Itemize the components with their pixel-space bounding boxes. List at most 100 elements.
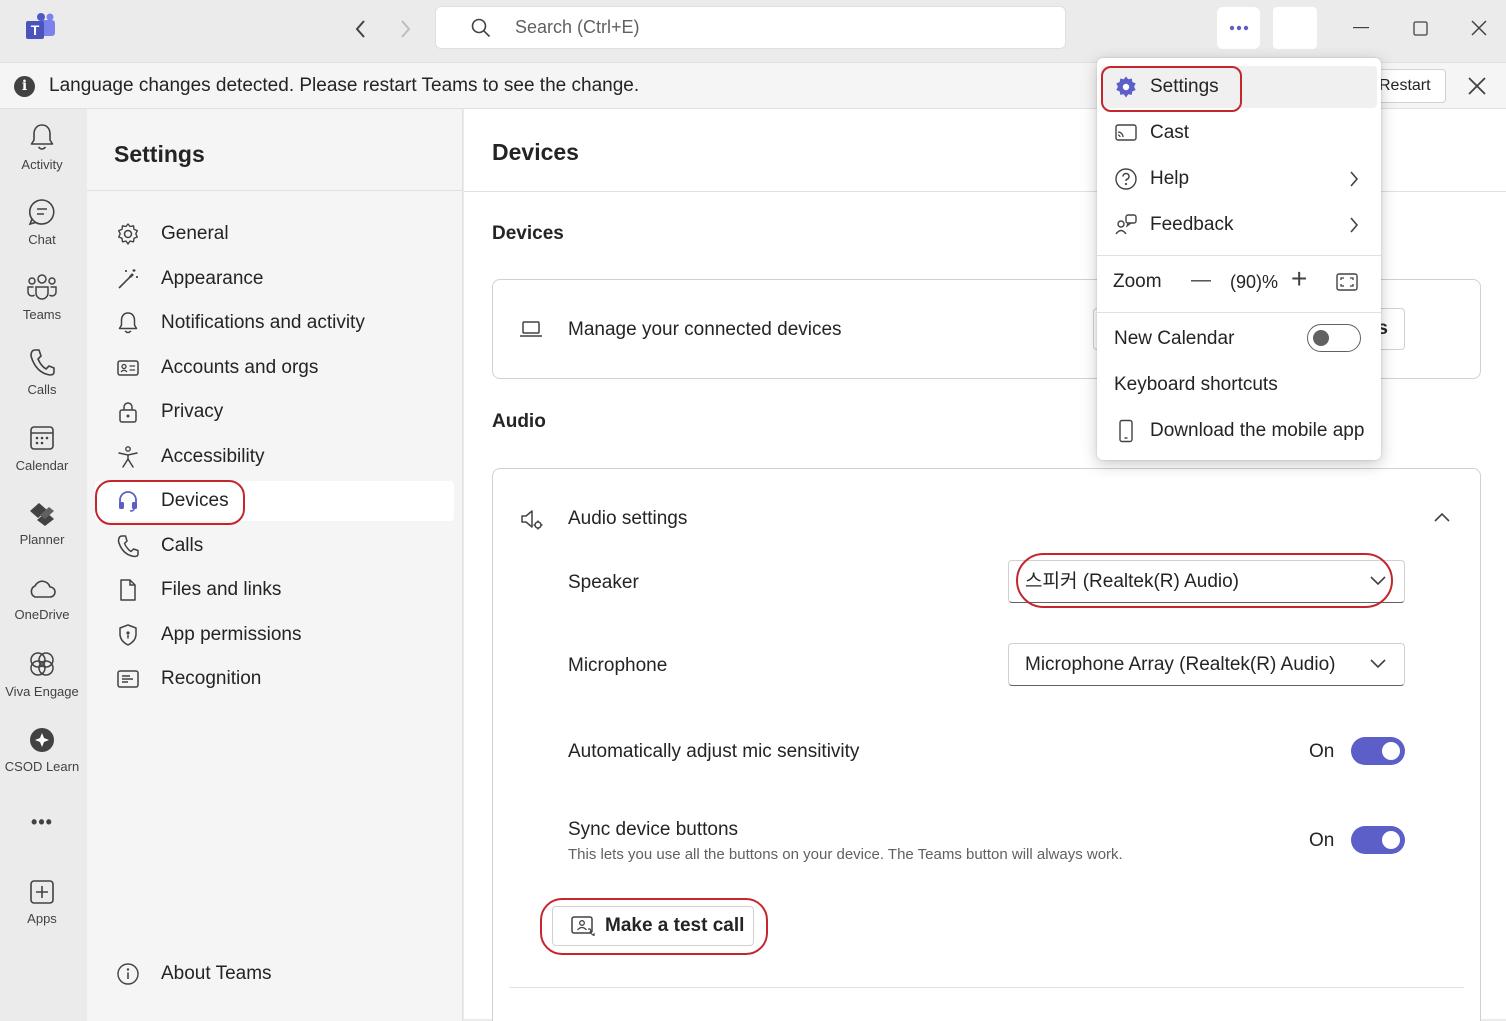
id-card-icon <box>117 360 139 376</box>
zoom-value: (90)% <box>1230 272 1279 292</box>
divider <box>509 987 1464 988</box>
info-icon: i <box>14 76 35 97</box>
more-options-button[interactable] <box>1217 7 1260 49</box>
rail-item-teams[interactable]: Teams <box>0 272 84 322</box>
rail-item-csod-learn[interactable]: CSOD Learn <box>0 726 84 774</box>
search-input[interactable]: Search (Ctrl+E) <box>435 6 1066 49</box>
new-calendar-label: New Calendar <box>1114 328 1235 349</box>
back-button[interactable] <box>346 14 376 44</box>
bell-icon <box>30 124 54 150</box>
speaker-dropdown[interactable]: 스피커 (Realtek(R) Audio) <box>1008 560 1405 603</box>
menu-item-cast[interactable]: Cast <box>1101 112 1377 154</box>
menu-item-settings[interactable]: Settings <box>1101 66 1377 108</box>
sync-buttons-state: On <box>1309 830 1335 851</box>
speaker-label: Speaker <box>568 572 639 593</box>
menu-item-keyboard-shortcuts[interactable]: Keyboard shortcuts <box>1101 364 1377 406</box>
speaker-settings-icon <box>521 510 543 530</box>
avatar[interactable] <box>1273 7 1317 49</box>
close-icon <box>1471 20 1487 36</box>
audio-section-heading: Audio <box>492 411 546 432</box>
rail-item-onedrive[interactable]: OneDrive <box>0 576 84 622</box>
maximize-icon <box>1412 20 1428 36</box>
microphone-value: Microphone Array (Realtek(R) Audio) <box>1025 654 1336 675</box>
accessibility-icon <box>118 446 138 468</box>
teams-logo-icon[interactable]: T <box>24 13 58 43</box>
speaker-value: 스피커 (Realtek(R) Audio) <box>1025 571 1239 592</box>
wand-icon <box>118 269 138 289</box>
menu-item-help[interactable]: Help <box>1101 158 1377 200</box>
rail-item-planner[interactable]: Planner <box>0 499 84 547</box>
manage-devices-label: Manage your connected devices <box>568 319 842 340</box>
minimize-button[interactable] <box>1343 12 1379 44</box>
bell-icon <box>118 312 138 334</box>
banner-message: Language changes detected. Please restar… <box>49 75 640 96</box>
laptop-icon <box>520 321 542 337</box>
nav-item-app-permissions[interactable]: App permissions <box>95 615 454 655</box>
new-calendar-toggle[interactable] <box>1307 324 1361 352</box>
zoom-in-button[interactable]: + <box>1291 263 1307 295</box>
minimize-icon <box>1353 27 1369 29</box>
sync-buttons-toggle[interactable] <box>1351 826 1405 854</box>
shield-icon <box>119 624 137 646</box>
nav-item-privacy[interactable]: Privacy <box>95 392 454 432</box>
nav-item-calls[interactable]: Calls <box>95 526 454 566</box>
viva-engage-icon <box>30 652 54 676</box>
nav-item-notifications[interactable]: Notifications and activity <box>95 303 454 343</box>
fit-to-screen-icon[interactable] <box>1336 273 1358 291</box>
microphone-dropdown[interactable]: Microphone Array (Realtek(R) Audio) <box>1008 643 1405 686</box>
forward-button[interactable] <box>390 14 420 44</box>
mic-sensitivity-toggle[interactable] <box>1351 737 1405 765</box>
maximize-button[interactable] <box>1402 12 1438 44</box>
rail-item-apps[interactable]: Apps <box>0 878 84 926</box>
planner-icon <box>30 503 54 526</box>
chevron-left-icon <box>355 20 365 38</box>
rail-item-calendar[interactable]: Calendar <box>0 423 84 473</box>
nav-item-devices[interactable]: Devices <box>95 481 454 521</box>
cloud-icon <box>30 580 56 598</box>
rail-item-calls[interactable]: Calls <box>0 347 84 397</box>
banner-close-button[interactable] <box>1463 72 1491 100</box>
nav-item-accessibility[interactable]: Accessibility <box>95 437 454 477</box>
rail-more-button[interactable]: ••• <box>0 812 84 833</box>
make-test-call-button[interactable]: Make a test call <box>552 906 754 946</box>
menu-item-download-mobile[interactable]: Download the mobile app <box>1101 410 1377 452</box>
help-icon <box>1115 168 1137 190</box>
nav-item-accounts[interactable]: Accounts and orgs <box>95 348 454 388</box>
close-icon <box>1468 77 1486 95</box>
info-icon <box>117 963 139 985</box>
more-options-menu: Settings Cast Help Feedback Zoom — (90)%… <box>1097 58 1381 460</box>
rail-item-viva-engage[interactable]: Viva Engage <box>0 649 84 699</box>
chat-icon <box>28 199 55 226</box>
rail-item-activity[interactable]: Activity <box>0 122 84 172</box>
mobile-phone-icon <box>1119 419 1133 443</box>
audio-settings-label: Audio settings <box>568 508 688 529</box>
rail-item-chat[interactable]: Chat <box>0 197 84 247</box>
menu-item-feedback[interactable]: Feedback <box>1101 204 1377 246</box>
about-teams-link[interactable]: About Teams <box>95 954 454 994</box>
nav-item-files-links[interactable]: Files and links <box>95 570 454 610</box>
recognition-icon <box>117 670 139 688</box>
teams-icon <box>27 274 57 300</box>
feedback-icon <box>1115 214 1137 235</box>
zoom-out-button[interactable]: — <box>1191 269 1211 292</box>
gear-icon <box>118 223 138 245</box>
chevron-up-icon[interactable] <box>1433 511 1451 523</box>
page-title: Devices <box>492 139 579 165</box>
mic-sensitivity-label: Automatically adjust mic sensitivity <box>568 741 860 762</box>
nav-item-appearance[interactable]: Appearance <box>95 259 454 299</box>
add-apps-icon <box>30 880 54 904</box>
settings-title: Settings <box>114 141 205 167</box>
chevron-right-icon <box>1350 217 1359 233</box>
divider <box>87 190 463 191</box>
nav-item-recognition[interactable]: Recognition <box>95 659 454 699</box>
search-placeholder: Search (Ctrl+E) <box>515 17 640 37</box>
test-call-icon <box>571 916 595 936</box>
mic-sensitivity-state: On <box>1309 741 1335 762</box>
sync-buttons-description: This lets you use all the buttons on you… <box>568 846 1123 863</box>
nav-item-general[interactable]: General <box>95 214 454 254</box>
phone-icon <box>30 349 55 376</box>
divider <box>1097 312 1381 313</box>
close-window-button[interactable] <box>1461 12 1497 44</box>
sync-buttons-label: Sync device buttons <box>568 819 739 840</box>
calendar-icon <box>30 426 54 450</box>
